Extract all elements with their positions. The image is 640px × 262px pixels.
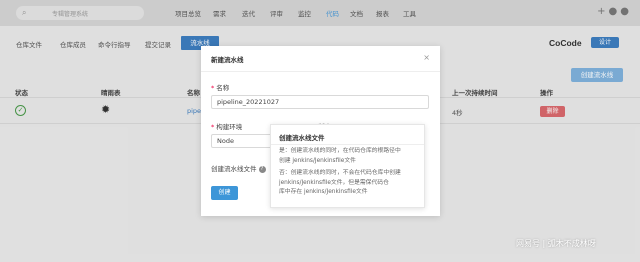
create-file-tooltip: 创建流水线文件 是：创建流水线的同时，在代码仓库的根路径中 创建 jenkins… (270, 124, 425, 208)
dialog-title: 新建流水线 (211, 56, 244, 64)
env-label: * 构建环境 (211, 123, 243, 131)
tooltip-no-text: 否：创建流水线的同时，不会在代码仓库中创建 jenkins/Jenkinsfil… (279, 170, 401, 195)
create-button[interactable]: 创建 (211, 186, 238, 200)
dialog-header: 新建流水线 × (201, 46, 440, 72)
pipeline-name-input[interactable]: pipeline_20221027 (211, 95, 429, 109)
close-icon[interactable]: × (423, 53, 430, 62)
tooltip-divider (271, 144, 424, 145)
create-file-label: 创建流水线文件? (211, 163, 266, 173)
name-label: * 名称 (211, 84, 230, 92)
question-circle-icon[interactable]: ? (258, 165, 266, 173)
watermark: 网易号 | 弧木不成林呀 (516, 239, 596, 248)
tooltip-title: 创建流水线文件 (279, 134, 325, 142)
tooltip-yes-text: 是：创建流水线的同时，在代码仓库的根路径中 创建 jenkins/Jenkins… (279, 148, 401, 164)
